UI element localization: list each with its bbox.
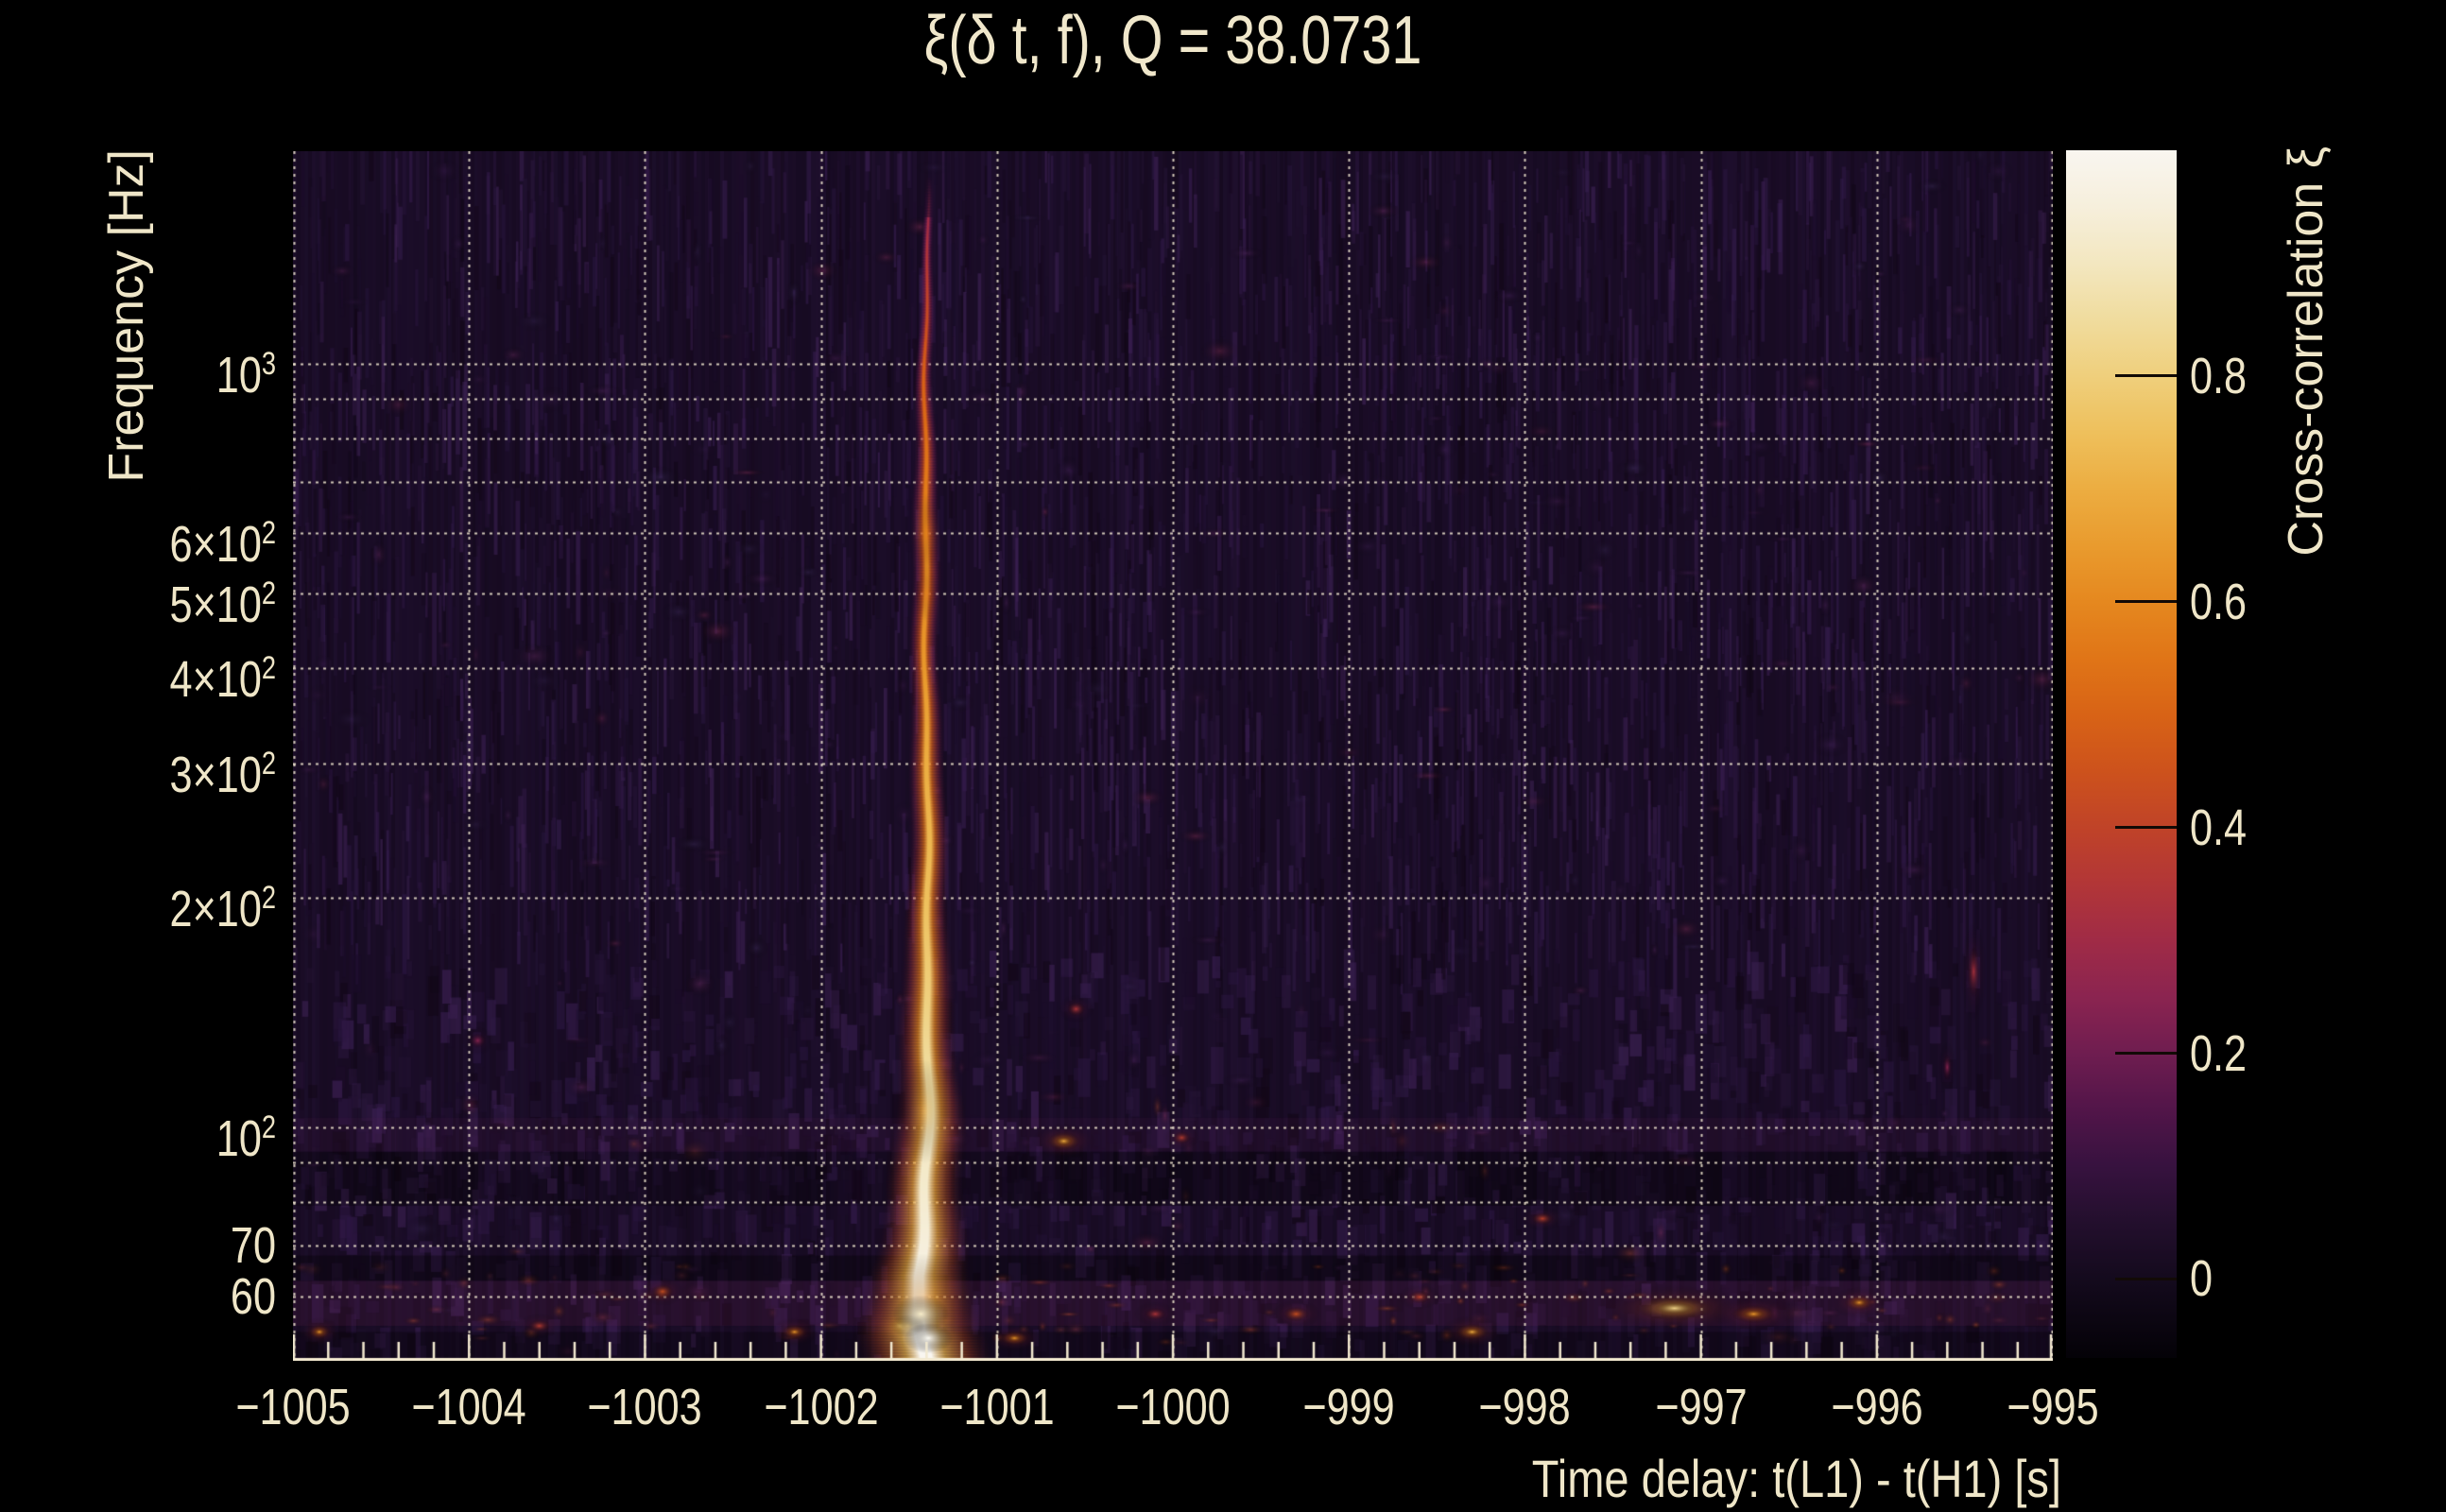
x-tick-label: −1000 <box>1115 1379 1231 1435</box>
spectrogram-canvas <box>293 151 2053 1361</box>
x-tick-label: −996 <box>1831 1379 1923 1435</box>
plot-area <box>293 151 2053 1361</box>
figure-root: ξ(δ t, f), Q = 38.0731 Frequency [Hz] 10… <box>0 0 2446 1512</box>
x-tick-label: −1002 <box>763 1379 879 1435</box>
x-tick-label: −995 <box>2007 1379 2099 1435</box>
x-tick-label: −997 <box>1654 1379 1748 1435</box>
x-tick-label: −999 <box>1302 1379 1395 1435</box>
colorbar-tick <box>2115 600 2177 604</box>
colorbar-tick-label: 0.2 <box>2190 1024 2248 1082</box>
y-tick-label: 70 <box>230 1217 276 1275</box>
x-tick-label: −1001 <box>939 1379 1055 1435</box>
colorbar-tick-label: 0.4 <box>2190 799 2248 856</box>
y-tick-label: 4×102 <box>169 649 276 708</box>
y-tick-label: 3×102 <box>169 745 276 803</box>
colorbar-tick <box>2115 1277 2177 1280</box>
colorbar-tick-label: 0.6 <box>2190 573 2248 630</box>
y-tick-label: 103 <box>215 346 276 404</box>
colorbar-tick <box>2115 826 2177 830</box>
x-tick-label: −1005 <box>235 1379 351 1435</box>
y-tick-label: 5×102 <box>169 576 276 634</box>
y-tick-label: 6×102 <box>169 515 276 574</box>
colorbar-gradient <box>2066 150 2177 1358</box>
x-tick-label: −1004 <box>411 1379 526 1435</box>
x-tick-label: −1003 <box>587 1379 703 1435</box>
y-tick-label: 2×102 <box>169 880 276 937</box>
y-axis-label: Frequency [Hz] <box>99 149 154 483</box>
colorbar-label: Cross-correlation ξ <box>2279 146 2334 557</box>
chart-title: ξ(δ t, f), Q = 38.0731 <box>923 3 1422 78</box>
colorbar-tick <box>2115 374 2177 378</box>
x-axis-label: Time delay: t(L1) - t(H1) [s] <box>1531 1449 2061 1508</box>
y-tick-label: 60 <box>230 1268 276 1326</box>
x-tick-label: −998 <box>1478 1379 1572 1435</box>
colorbar-tick <box>2115 1052 2177 1055</box>
y-tick-label: 102 <box>215 1109 276 1168</box>
colorbar-tick-label: 0 <box>2190 1250 2213 1308</box>
